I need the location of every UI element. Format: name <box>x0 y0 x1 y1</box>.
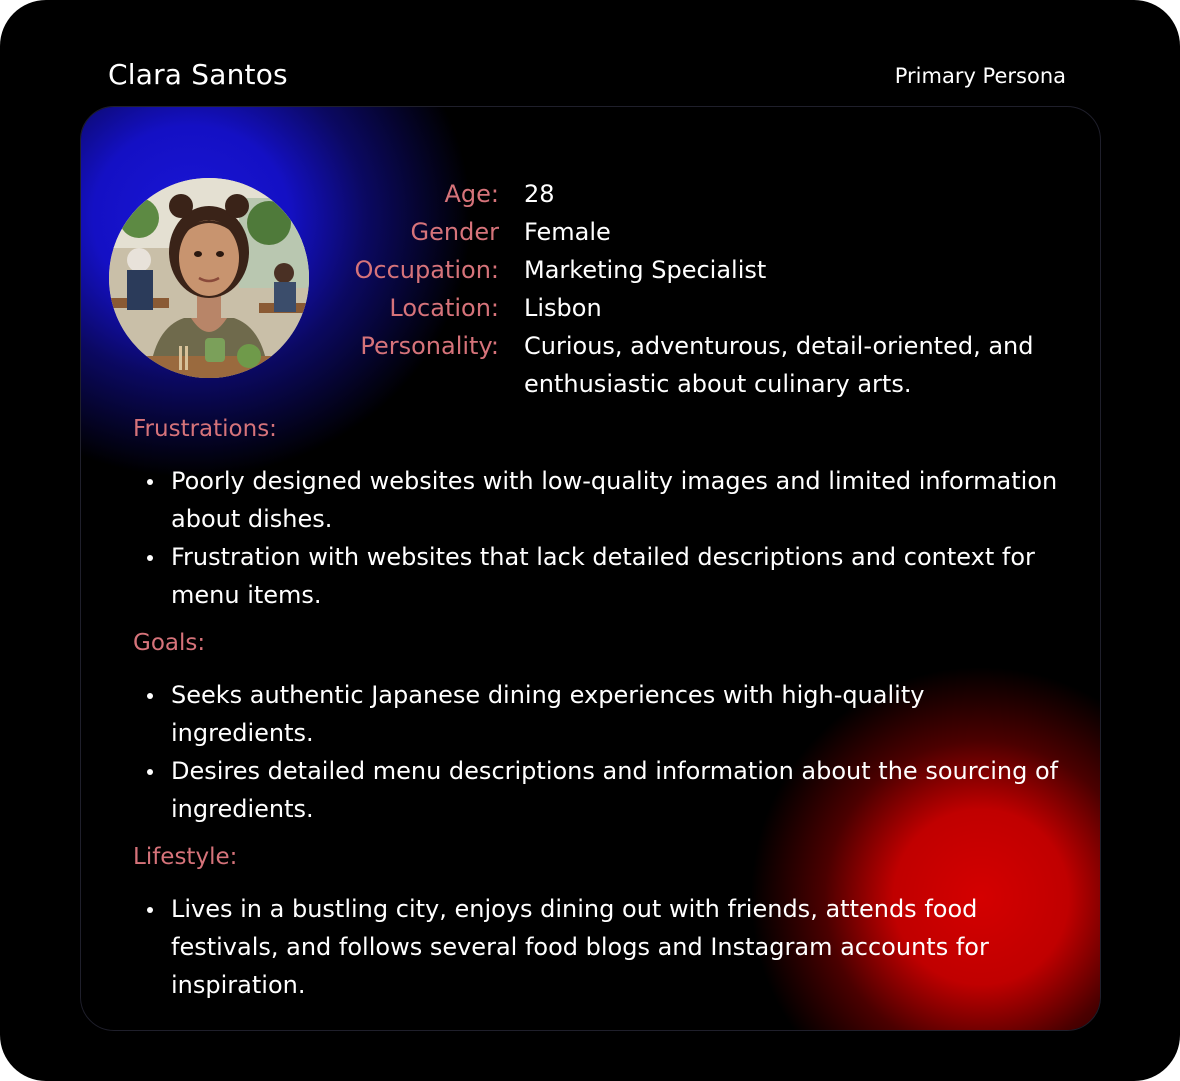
list-item-text: Lives in a bustling city, enjoys dining … <box>171 895 989 999</box>
personality-value: Curious, adventurous, detail-oriented, a… <box>524 332 1034 398</box>
frustrations-section: Frustrations: Poorly designed websites w… <box>133 414 1073 614</box>
frustrations-title: Frustrations: <box>133 416 277 442</box>
goals-list: Seeks authentic Japanese dining experien… <box>133 676 1073 828</box>
location-label: Location: <box>389 294 499 322</box>
goals-title: Goals: <box>133 630 206 656</box>
persona-name: Clara Santos <box>108 58 288 91</box>
location-value: Lisbon <box>524 294 602 322</box>
lifestyle-list: Lives in a bustling city, enjoys dining … <box>133 890 1073 1004</box>
list-item-text: Frustration with websites that lack deta… <box>171 543 1035 609</box>
occupation-value: Marketing Specialist <box>524 256 767 284</box>
list-item-text: Desires detailed menu descriptions and i… <box>171 757 1059 823</box>
list-item: Seeks authentic Japanese dining experien… <box>133 676 1073 752</box>
persona-type: Primary Persona <box>894 64 1066 88</box>
list-item: Poorly designed websites with low-qualit… <box>133 462 1073 538</box>
list-item: Lives in a bustling city, enjoys dining … <box>133 890 1073 1004</box>
list-item-text: Seeks authentic Japanese dining experien… <box>171 681 925 747</box>
gender-value: Female <box>524 218 611 246</box>
woman-portrait-icon <box>109 178 309 378</box>
bullet-icon <box>147 479 153 485</box>
age-label: Age: <box>444 180 499 208</box>
persona-frame: Clara Santos Primary Persona Age: 28 Gen… <box>0 0 1180 1081</box>
lifestyle-section: Lifestyle: Lives in a bustling city, enj… <box>133 842 1073 1004</box>
occupation-label: Occupation: <box>354 256 500 284</box>
age-value: 28 <box>524 180 555 208</box>
list-item: Desires detailed menu descriptions and i… <box>133 752 1073 828</box>
goals-section: Goals: Seeks authentic Japanese dining e… <box>133 628 1073 828</box>
avatar <box>109 178 309 378</box>
list-item: Frustration with websites that lack deta… <box>133 538 1073 614</box>
bullet-icon <box>147 693 153 699</box>
list-item-text: Poorly designed websites with low-qualit… <box>171 467 1058 533</box>
bullet-icon <box>147 769 153 775</box>
personality-label: Personality: <box>360 332 499 360</box>
gender-label: Gender <box>410 218 499 246</box>
frustrations-list: Poorly designed websites with low-qualit… <box>133 462 1073 614</box>
lifestyle-title: Lifestyle: <box>133 844 238 870</box>
persona-card: Age: 28 Gender Female Occupation: Market… <box>80 106 1101 1031</box>
bullet-icon <box>147 555 153 561</box>
bullet-icon <box>147 907 153 913</box>
